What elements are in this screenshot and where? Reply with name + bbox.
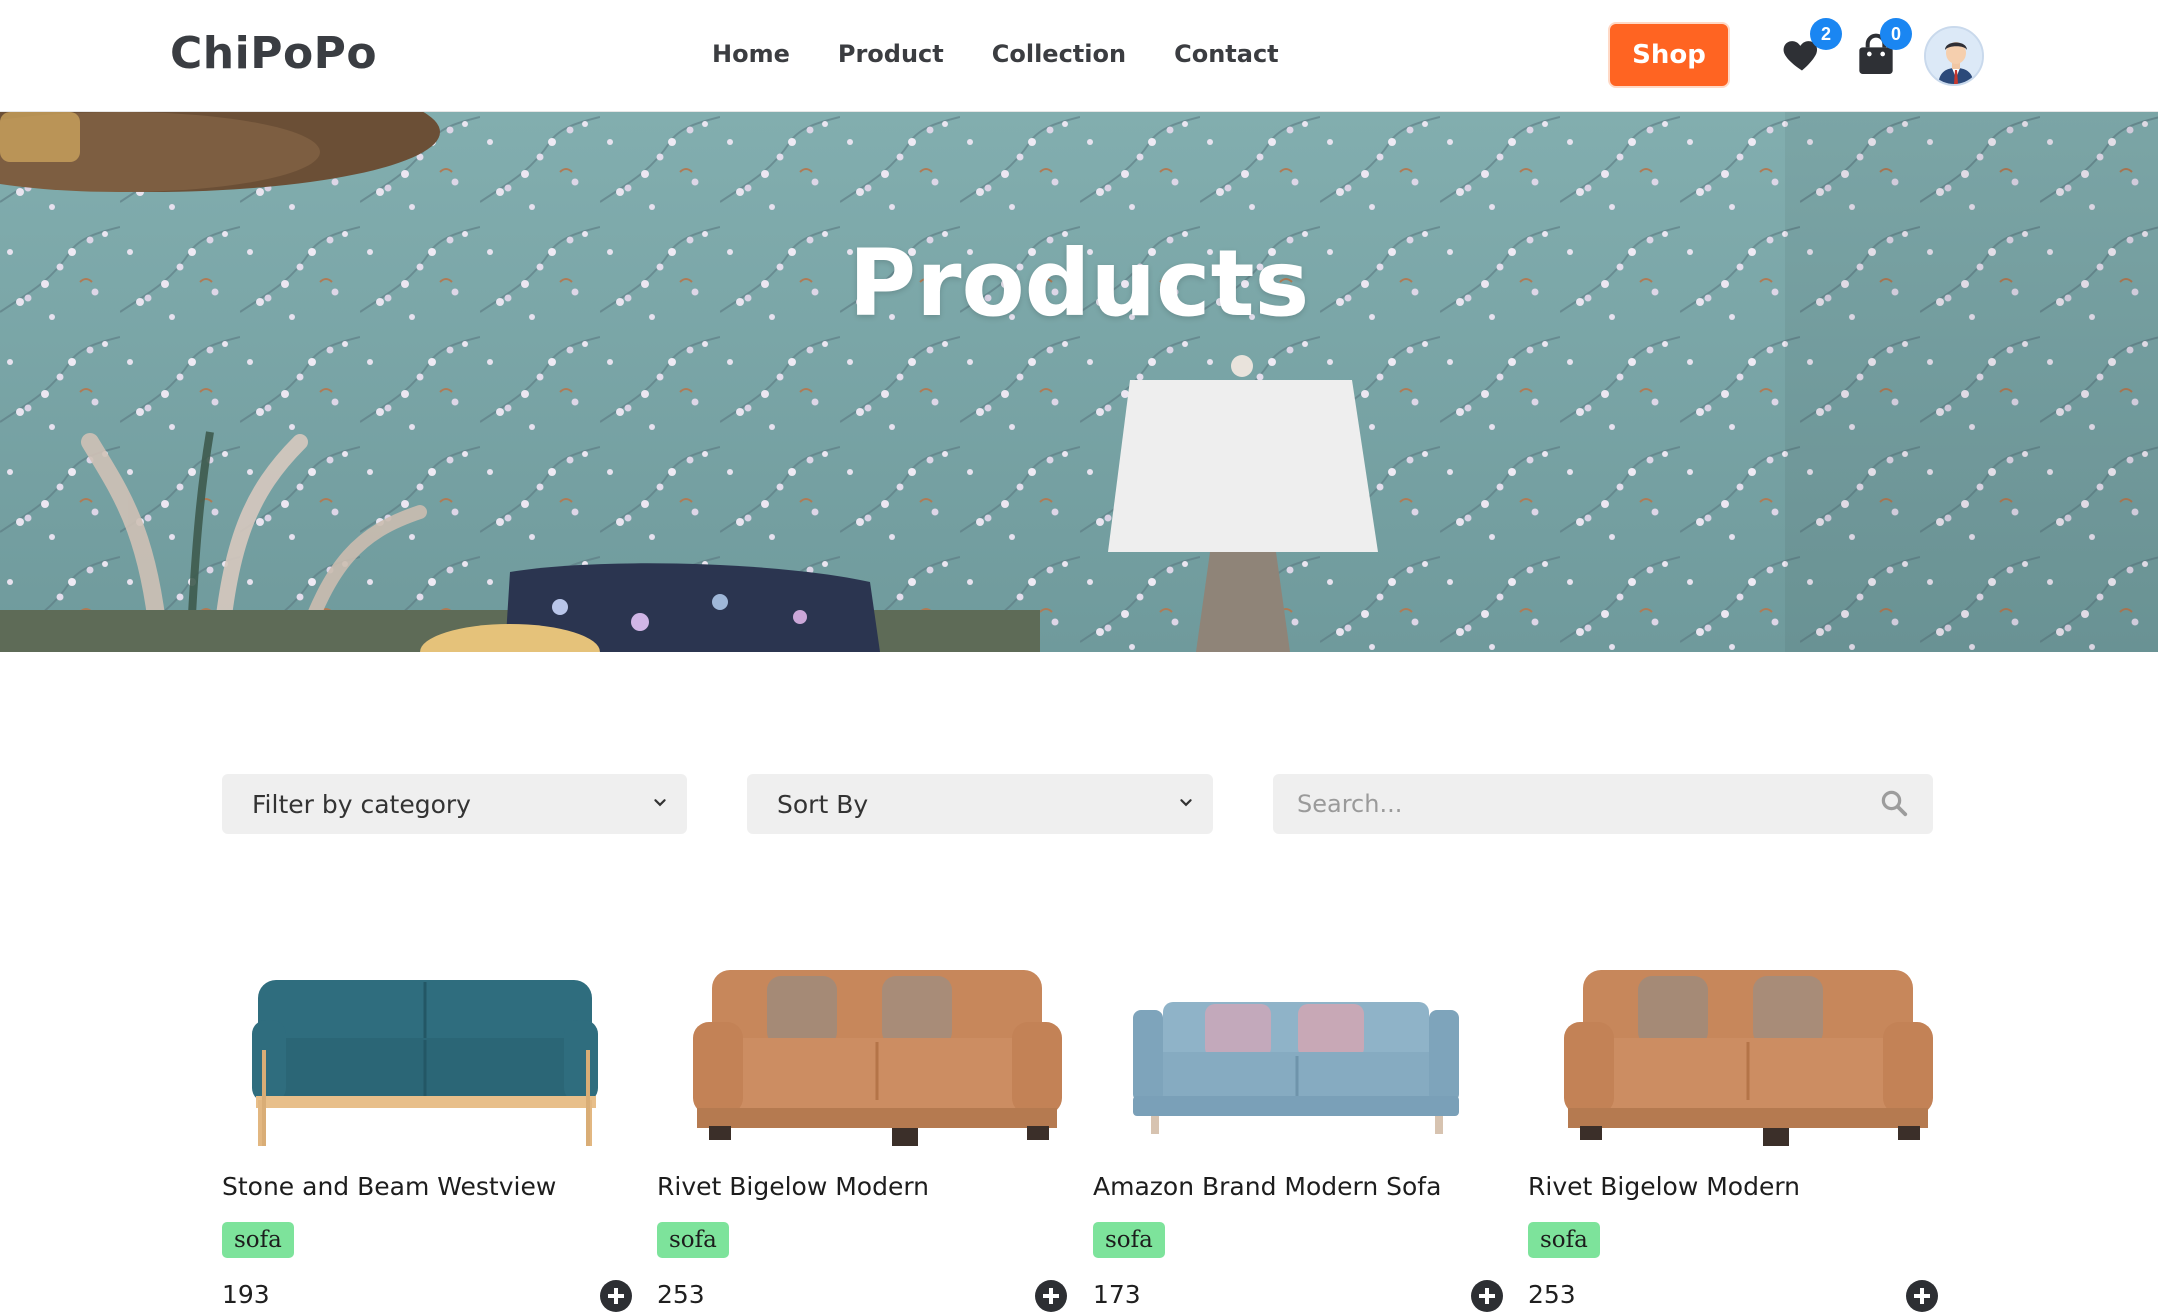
nav-link-contact[interactable]: Contact (1174, 40, 1279, 68)
user-avatar[interactable] (1924, 26, 1984, 86)
add-to-cart-icon[interactable] (1471, 1280, 1503, 1312)
brand-logo[interactable]: ChiPoPo (170, 28, 377, 79)
product-name[interactable]: Rivet Bigelow Modern (657, 1172, 929, 1201)
main-nav: Home Product Collection Contact (712, 40, 1279, 68)
product-image (1564, 970, 1933, 1146)
product-category-tag: sofa (1093, 1222, 1165, 1258)
user-avatar-icon (1926, 28, 1982, 84)
product-card[interactable]: Rivet Bigelow Modern sofa 253 (1528, 940, 1938, 1312)
cart-button[interactable]: 0 (1856, 18, 1912, 88)
product-price: 193 (222, 1280, 270, 1309)
category-filter-select[interactable]: Filter by category (222, 774, 687, 834)
product-image (252, 980, 598, 1146)
sort-by-value: Sort By (777, 789, 869, 819)
cart-count-badge: 0 (1880, 18, 1912, 50)
search-input[interactable] (1273, 774, 1873, 834)
hero-wallpaper-image (0, 112, 2158, 652)
product-category-tag: sofa (1528, 1222, 1600, 1258)
product-price: 253 (657, 1280, 705, 1309)
page-title: Products (848, 230, 1310, 337)
product-card[interactable]: Rivet Bigelow Modern sofa 253 (657, 940, 1067, 1312)
wishlist-button[interactable]: 2 (1780, 18, 1842, 88)
category-filter-value: Filter by category (252, 789, 471, 819)
product-image (1133, 1002, 1459, 1134)
nav-link-collection[interactable]: Collection (992, 40, 1126, 68)
product-price: 173 (1093, 1280, 1141, 1309)
sort-by-select[interactable]: Sort By (747, 774, 1213, 834)
product-category-tag: sofa (657, 1222, 729, 1258)
chevron-down-icon (1180, 799, 1192, 807)
add-to-cart-icon[interactable] (1906, 1280, 1938, 1312)
search-icon[interactable] (1879, 788, 1909, 818)
hero-banner: Products (0, 112, 2158, 652)
wishlist-count-badge: 2 (1810, 18, 1842, 50)
product-card[interactable]: Stone and Beam Westview sofa 193 (222, 940, 632, 1312)
product-card[interactable]: Amazon Brand Modern Sofa sofa 173 (1093, 940, 1503, 1312)
product-image (693, 970, 1062, 1146)
add-to-cart-icon[interactable] (600, 1280, 632, 1312)
chevron-down-icon (654, 799, 666, 807)
product-price: 253 (1528, 1280, 1576, 1309)
shop-button[interactable]: Shop (1608, 22, 1730, 88)
top-navbar: ChiPoPo Home Product Collection Contact … (0, 0, 2158, 112)
nav-link-home[interactable]: Home (712, 40, 790, 68)
product-name[interactable]: Stone and Beam Westview (222, 1172, 556, 1201)
product-name[interactable]: Amazon Brand Modern Sofa (1093, 1172, 1441, 1201)
nav-link-product[interactable]: Product (838, 40, 944, 68)
search-box (1273, 774, 1933, 834)
product-name[interactable]: Rivet Bigelow Modern (1528, 1172, 1800, 1201)
add-to-cart-icon[interactable] (1035, 1280, 1067, 1312)
product-category-tag: sofa (222, 1222, 294, 1258)
